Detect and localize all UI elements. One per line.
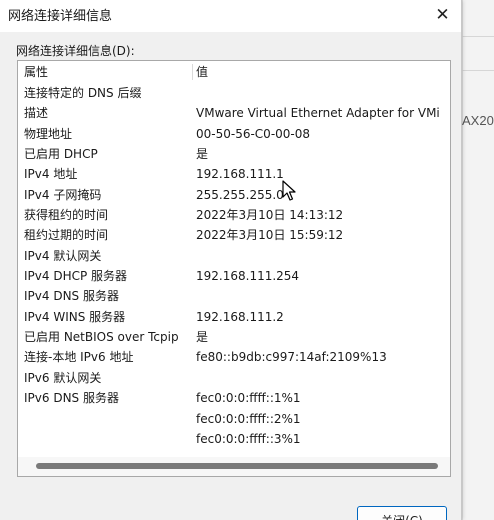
row-property: 获得租约的时间 [24,208,109,223]
list-row[interactable]: 连接-本地 IPv6 地址 fe80::b9db:c997:14af:2109%1… [18,347,450,367]
row-property: IPv4 WINS 服务器 [24,309,126,324]
list-row[interactable]: 租约过期的时间 2022年3月10日 15:59:12 [18,225,450,245]
list-row[interactable]: fec0:0:0:ffff::3%1 [18,429,450,449]
row-value: 00-50-56-C0-00-08 [196,126,311,141]
horizontal-scrollbar[interactable] [18,457,450,476]
background-window-text: AX20 [462,113,494,128]
row-property: IPv4 DHCP 服务器 [24,269,128,284]
row-value: 是 [196,147,209,162]
details-group-label: 网络连接详细信息(D): [16,44,135,58]
row-property: 连接-本地 IPv6 地址 [24,350,134,365]
row-value: fec0:0:0:ffff::1%1 [196,391,301,406]
list-row[interactable]: IPv4 子网掩码 255.255.255.0 [18,185,450,205]
background-divider [462,36,494,37]
row-value: 255.255.255.0 [196,187,284,202]
list-row[interactable]: 获得租约的时间 2022年3月10日 14:13:12 [18,205,450,225]
row-value: 192.168.111.2 [196,309,284,324]
column-divider[interactable] [192,64,193,80]
title-bar[interactable]: 网络连接详细信息 ✕ [0,0,461,32]
dialog-title: 网络连接详细信息 [8,9,113,24]
list-row[interactable]: IPv4 DHCP 服务器 192.168.111.254 [18,266,450,286]
list-row[interactable]: IPv4 WINS 服务器 192.168.111.2 [18,307,450,327]
row-property: 描述 [24,106,49,121]
row-property: 已启用 DHCP [24,147,98,162]
mouse-pointer-icon [282,180,296,201]
row-property: IPv4 默认网关 [24,248,102,263]
list-row[interactable]: 连接特定的 DNS 后缀 [18,83,450,103]
row-value: VMware Virtual Ethernet Adapter for VMi [196,106,440,121]
row-property: IPv6 默认网关 [24,370,102,385]
list-row[interactable]: IPv6 默认网关 [18,368,450,388]
screen: AX20 网络连接详细信息 ✕ 网络连接详细信息(D): 属性 值 连接特定的 … [0,0,494,520]
row-value: 192.168.111.1 [196,167,284,182]
column-header-value[interactable]: 值 [196,61,208,83]
row-property: IPv4 子网掩码 [24,187,102,202]
list-row[interactable]: IPv6 DNS 服务器 fec0:0:0:ffff::1%1 [18,388,450,408]
list-row[interactable]: 物理地址 00-50-56-C0-00-08 [18,124,450,144]
close-icon[interactable]: ✕ [424,0,461,30]
list-row[interactable]: 已启用 DHCP 是 [18,144,450,164]
background-window [462,0,494,520]
list-row[interactable]: 已启用 NetBIOS over Tcpip 是 [18,327,450,347]
list-header: 属性 值 [18,61,450,83]
list-rows: 连接特定的 DNS 后缀 描述 VMware Virtual Ethernet Ad… [18,83,450,449]
details-list[interactable]: 属性 值 连接特定的 DNS 后缀 描述 VMware Virtual Ethern… [17,60,451,477]
row-property: 租约过期的时间 [24,228,109,243]
row-value: fec0:0:0:ffff::3%1 [196,431,301,446]
list-row[interactable]: fec0:0:0:ffff::2%1 [18,409,450,429]
network-connection-details-dialog: 网络连接详细信息 ✕ 网络连接详细信息(D): 属性 值 连接特定的 DNS 后… [0,0,462,520]
close-button[interactable]: 关闭(C) [357,506,447,520]
row-value: fec0:0:0:ffff::2%1 [196,411,301,426]
row-property: 连接特定的 DNS 后缀 [24,86,142,100]
list-row[interactable]: 描述 VMware Virtual Ethernet Adapter for VM… [18,103,450,123]
scrollbar-thumb[interactable] [36,463,438,469]
row-property: IPv4 地址 [24,167,78,182]
row-property: IPv6 DNS 服务器 [24,391,119,406]
list-row[interactable]: IPv4 DNS 服务器 [18,286,450,306]
row-property: 已启用 NetBIOS over Tcpip [24,330,179,345]
row-property: IPv4 DNS 服务器 [24,289,119,304]
row-value: 2022年3月10日 15:59:12 [196,228,344,243]
list-row[interactable]: IPv4 默认网关 [18,246,450,266]
row-value: fe80::b9db:c997:14af:2109%13 [196,350,387,365]
row-value: 是 [196,330,209,345]
column-header-property[interactable]: 属性 [24,61,48,83]
background-divider [462,70,494,71]
list-row[interactable]: IPv4 地址 192.168.111.1 [18,164,450,184]
row-property: 物理地址 [24,126,73,141]
row-value: 192.168.111.254 [196,269,300,284]
row-value: 2022年3月10日 14:13:12 [196,208,344,223]
